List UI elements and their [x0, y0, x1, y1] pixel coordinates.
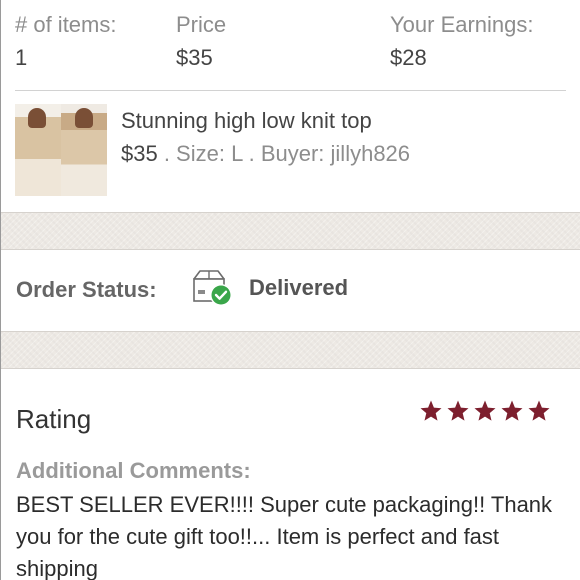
earnings-label: Your Earnings:	[390, 12, 534, 37]
thumbnail-detail	[75, 108, 93, 128]
thumbnail-detail	[28, 108, 46, 128]
order-summary: # of items: 1 Price $35 Your Earnings: $…	[1, 0, 580, 90]
divider	[15, 90, 566, 91]
section-separator	[1, 331, 580, 369]
rating-section: Rating Additional Comments: BEST SELLER …	[1, 369, 580, 580]
listing-thumbnail[interactable]	[15, 104, 107, 196]
items-count-label: # of items:	[15, 12, 117, 37]
star-rating	[419, 399, 551, 423]
listing-size-buyer: . Size: L . Buyer: jillyh826	[157, 141, 411, 166]
price-label: Price	[176, 12, 227, 37]
listing-price: $35	[121, 141, 158, 166]
items-count-column: # of items: 1	[15, 10, 116, 76]
star-icon	[474, 400, 496, 421]
star-icon	[528, 400, 550, 421]
earnings-value: $28	[390, 45, 427, 70]
earnings-column: Your Earnings: $28	[390, 10, 534, 76]
section-separator	[1, 212, 580, 250]
order-details-page: # of items: 1 Price $35 Your Earnings: $…	[0, 0, 580, 580]
listing-title[interactable]: Stunning high low knit top	[121, 108, 372, 134]
listing-item[interactable]: Stunning high low knit top $35 . Size: L…	[15, 104, 567, 198]
star-icon	[447, 400, 469, 421]
comments-text: BEST SELLER EVER!!!! Super cute packagin…	[16, 492, 553, 580]
order-status-value: Delivered	[249, 275, 349, 300]
delivered-check-badge	[211, 285, 231, 305]
price-value: $35	[176, 45, 213, 70]
rating-title: Rating	[16, 404, 92, 434]
items-count-value: 1	[15, 45, 28, 70]
order-status-section: Order Status: Delivered	[1, 250, 580, 331]
comments-label: Additional Comments:	[16, 458, 251, 483]
price-column: Price $35	[176, 10, 226, 76]
star-icon	[501, 400, 523, 421]
order-status-label: Order Status:	[16, 277, 157, 302]
package-delivered-icon	[193, 270, 232, 306]
star-icon	[420, 400, 442, 421]
listing-meta: $35 . Size: L . Buyer: jillyh826	[121, 141, 410, 167]
